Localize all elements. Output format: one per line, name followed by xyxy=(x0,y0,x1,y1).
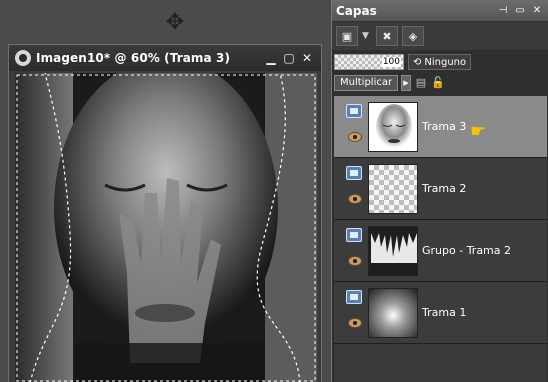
lock-transparency-icon[interactable]: ▤ xyxy=(414,76,428,90)
layers-panel: Capas ⊣ ▭ ✕ ▣ ▼ ✖ ◈ 100 ⟲ Ninguno Multip… xyxy=(331,0,548,382)
layer-visibility-icon[interactable] xyxy=(346,228,362,242)
delete-layer-icon[interactable]: ✖ xyxy=(376,26,398,46)
layer-thumbnail xyxy=(368,164,418,214)
face-thumbnail xyxy=(369,103,417,151)
layer-visibility-icon[interactable] xyxy=(346,290,362,304)
mask-link-icon: ⟲ xyxy=(413,56,422,68)
layer-thumbnail xyxy=(368,288,418,338)
eye-icon[interactable] xyxy=(348,256,362,266)
image-window[interactable]: Imagen10* @ 60% (Trama 3) ▁ ▢ ✕ xyxy=(8,44,322,382)
layer-thumbnail xyxy=(368,102,418,152)
lock-icon[interactable]: 🔓 xyxy=(431,76,445,90)
opacity-value: 100 xyxy=(381,57,401,67)
restore-icon[interactable]: ▭ xyxy=(514,5,526,17)
hand-pointer-icon: ☛ xyxy=(470,121,487,142)
layer-thumbnail xyxy=(368,226,418,276)
layer-name: Trama 1 xyxy=(422,306,467,319)
layers-toolbar: ▣ ▼ ✖ ◈ xyxy=(332,22,548,50)
layer-row[interactable]: Trama 1 xyxy=(334,282,547,344)
eye-icon[interactable] xyxy=(348,318,362,328)
mask-label: Ninguno xyxy=(424,56,467,68)
layer-row[interactable]: Grupo - Trama 2 xyxy=(334,220,547,282)
close-icon[interactable]: ✕ xyxy=(299,50,315,66)
chevron-down-icon[interactable]: ▼ xyxy=(362,31,372,41)
close-icon[interactable]: ✕ xyxy=(531,5,543,17)
minimize-icon[interactable]: ▁ xyxy=(263,50,279,66)
group-thumbnail xyxy=(369,227,417,275)
image-canvas[interactable] xyxy=(15,73,317,382)
eye-icon[interactable] xyxy=(348,194,362,204)
layer-name: Trama 2 xyxy=(422,182,467,195)
pin-icon[interactable]: ⊣ xyxy=(497,5,509,17)
layers-panel-titlebar[interactable]: Capas ⊣ ▭ ✕ xyxy=(332,0,548,22)
maximize-icon[interactable]: ▢ xyxy=(281,50,297,66)
layers-list: Trama 3 ☛ Trama 2 Grupo - Trama 2 Trama … xyxy=(334,96,547,382)
layer-visibility-icon[interactable] xyxy=(346,104,362,118)
layer-visibility-icon[interactable] xyxy=(346,166,362,180)
layer-row[interactable]: Trama 2 xyxy=(334,158,547,220)
opacity-row: 100 ⟲ Ninguno xyxy=(334,52,547,72)
mask-select-button[interactable]: ⟲ Ninguno xyxy=(408,54,472,70)
new-layer-icon[interactable]: ▣ xyxy=(336,26,358,46)
blend-row: Multiplicar ▶ ▤ 🔓 xyxy=(334,74,547,92)
circle-logo-icon xyxy=(15,50,31,66)
image-window-title: Imagen10* @ 60% (Trama 3) xyxy=(36,51,231,65)
shield-logo-icon: ✥ xyxy=(165,10,185,35)
workspace: ✥ Imagen10* @ 60% (Trama 3) ▁ ▢ ✕ xyxy=(0,0,330,382)
blend-mode-select[interactable]: Multiplicar xyxy=(334,75,398,91)
blend-arrow-icon[interactable]: ▶ xyxy=(401,75,411,91)
canvas-artwork xyxy=(15,73,317,382)
opacity-field[interactable]: 100 xyxy=(334,54,404,70)
layers-panel-title: Capas xyxy=(336,3,377,18)
layer-name: Trama 3 xyxy=(422,120,467,133)
layer-row[interactable]: Trama 3 ☛ xyxy=(334,96,547,158)
layer-name: Grupo - Trama 2 xyxy=(422,244,512,257)
mask-icon[interactable]: ◈ xyxy=(402,26,424,46)
eye-icon[interactable] xyxy=(348,132,362,142)
image-window-titlebar[interactable]: Imagen10* @ 60% (Trama 3) ▁ ▢ ✕ xyxy=(9,45,321,71)
